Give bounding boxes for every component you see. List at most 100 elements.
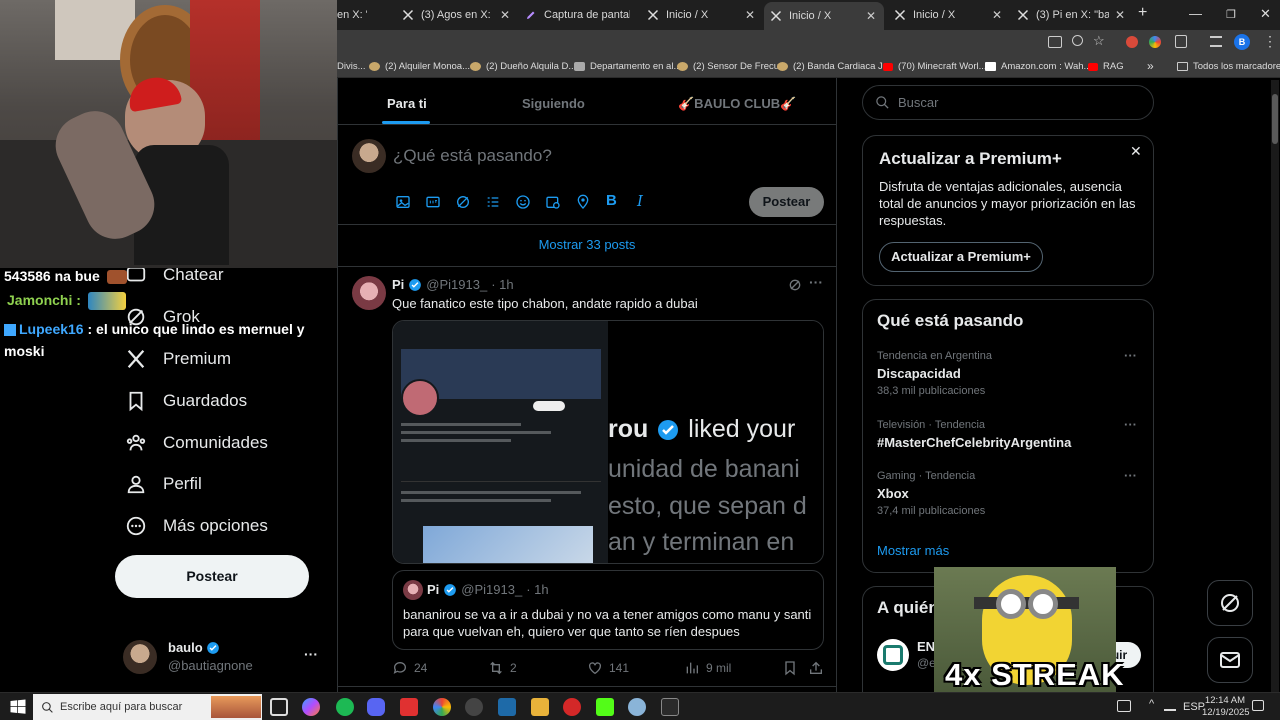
repost-button[interactable]: 2 — [488, 660, 517, 676]
post-more-icon[interactable]: ··· — [809, 274, 823, 290]
share-icon[interactable] — [808, 660, 824, 676]
bookmark-item[interactable]: (2) Alquiler Monoa... — [369, 61, 470, 72]
post-media-image[interactable]: rou liked your unidad de banani esto, qu… — [392, 320, 824, 564]
grok-icon[interactable] — [455, 194, 471, 210]
minimize-icon[interactable]: — — [1189, 6, 1202, 21]
bookmark-item[interactable]: Departamento en al... — [574, 61, 681, 72]
trend-more-icon[interactable]: ··· — [1124, 468, 1137, 483]
trend-item[interactable]: Tendencia en Argentina Discapacidad 38,3… — [863, 346, 1153, 404]
bookmark-item[interactable]: Amazon.com : Wah... — [985, 61, 1091, 72]
close-icon[interactable]: ✕ — [1113, 8, 1127, 22]
nav-item-profile[interactable]: Perfil — [125, 473, 202, 495]
close-icon[interactable]: ✕ — [1130, 143, 1142, 160]
close-icon[interactable]: ✕ — [990, 8, 1004, 22]
app-icon[interactable] — [628, 698, 646, 716]
browser-tab[interactable]: Captura de pantalla — [525, 4, 630, 26]
messages-float-button[interactable] — [1207, 637, 1253, 683]
obs-icon[interactable] — [465, 698, 483, 716]
gif-icon[interactable] — [425, 194, 441, 210]
restore-icon[interactable]: ❐ — [1226, 8, 1236, 21]
tray-chevron-icon[interactable]: ^ — [1149, 698, 1154, 710]
copilot-icon[interactable] — [302, 698, 320, 716]
file-explorer-icon[interactable] — [531, 698, 549, 716]
spotify-icon[interactable] — [336, 698, 354, 716]
bookmark-item[interactable]: (2) Dueño Alquila D... — [470, 61, 576, 72]
new-tab-button[interactable]: + — [1138, 4, 1147, 22]
nav-item-bookmarks[interactable]: Guardados — [125, 390, 247, 412]
italic-icon[interactable]: I — [637, 192, 643, 210]
bookmark-item[interactable]: (70) Minecraft Worl... — [883, 61, 987, 72]
tab-following[interactable]: Siguiendo — [522, 96, 585, 111]
clock[interactable]: 12:14 AM 12/19/2025 — [1202, 695, 1250, 719]
bookmark-item[interactable]: RAG — [1088, 61, 1124, 72]
browser-tab[interactable]: (3) Pi en X: "banan ✕ — [1017, 4, 1127, 26]
reading-list-icon[interactable] — [1210, 36, 1222, 47]
grok-float-button[interactable] — [1207, 580, 1253, 626]
browser-tab[interactable]: en X: " — [337, 4, 367, 26]
account-more-icon[interactable]: ··· — [304, 646, 318, 662]
star-icon[interactable]: ☆ — [1093, 33, 1105, 49]
keyboard-icon[interactable] — [1117, 700, 1131, 712]
trend-item[interactable]: Gaming · Tendencia Xbox 37,4 mil publica… — [863, 466, 1153, 524]
scrollbar[interactable] — [1271, 80, 1279, 692]
tab-for-you[interactable]: Para ti — [387, 96, 427, 111]
browser-tab-active[interactable]: Inicio / X ✕ — [764, 2, 884, 30]
reply-button[interactable]: 24 — [392, 660, 427, 676]
bookmarks-overflow-button[interactable]: » — [1147, 59, 1154, 73]
extension-icon[interactable] — [1149, 36, 1161, 48]
compose-input[interactable]: ¿Qué está pasando? — [393, 146, 552, 166]
wifi-icon[interactable] — [1164, 701, 1176, 711]
like-button[interactable]: 141 — [587, 660, 629, 676]
extension-icon[interactable] — [1126, 36, 1138, 48]
emoji-icon[interactable] — [515, 194, 531, 210]
profile-avatar[interactable]: B — [1234, 34, 1250, 50]
premium-upgrade-button[interactable]: Actualizar a Premium+ — [879, 242, 1043, 272]
bookmark-item[interactable]: (2) Banda Cardiaca J... — [777, 61, 891, 72]
scrollbar-thumb[interactable] — [1272, 94, 1278, 144]
notification-icon[interactable] — [1252, 700, 1264, 711]
bold-icon[interactable]: B — [606, 192, 617, 209]
show-more-trends-link[interactable]: Mostrar más — [877, 543, 949, 558]
opera-icon[interactable] — [563, 698, 581, 716]
task-view-icon[interactable] — [270, 698, 288, 716]
poll-icon[interactable] — [485, 194, 501, 210]
nav-item-communities[interactable]: Comunidades — [125, 432, 268, 454]
avatar[interactable] — [352, 276, 386, 310]
bookmark-item[interactable]: (2) Sensor De Frecu... — [677, 61, 787, 72]
post-author[interactable]: Pi — [392, 277, 404, 292]
chrome-icon[interactable] — [433, 698, 451, 716]
nav-post-button[interactable]: Postear — [115, 555, 309, 598]
all-bookmarks-button[interactable]: Todos los marcadores — [1177, 61, 1280, 72]
browser-tab[interactable]: Inicio / X ✕ — [647, 4, 757, 26]
image-icon[interactable] — [395, 194, 411, 210]
schedule-icon[interactable] — [545, 194, 561, 210]
close-icon[interactable]: ✕ — [743, 8, 757, 22]
zoom-icon[interactable] — [1072, 35, 1083, 46]
trend-more-icon[interactable]: ··· — [1124, 417, 1137, 432]
browser-tab[interactable]: Inicio / X ✕ — [894, 4, 1004, 26]
trend-item[interactable]: Televisión · Tendencia #MasterChefCelebr… — [863, 414, 1153, 454]
post-handle[interactable]: @Pi1913_ — [426, 277, 487, 292]
menu-icon[interactable]: ⋮ — [1263, 33, 1277, 50]
bookmark-item[interactable]: Divis... — [337, 61, 366, 72]
app-icon[interactable] — [498, 698, 516, 716]
kick-icon[interactable] — [596, 698, 614, 716]
account-switcher[interactable]: baulo @bautiagnone ··· — [123, 638, 323, 678]
trend-more-icon[interactable]: ··· — [1124, 348, 1137, 363]
views-button[interactable]: 9 mil — [684, 660, 731, 676]
post-time[interactable]: · 1h — [491, 277, 513, 292]
show-more-posts-button[interactable]: Mostrar 33 posts — [338, 225, 836, 265]
tab-baulo-club[interactable]: 🎸BAULO CLUB🎸 — [678, 96, 796, 112]
close-icon[interactable]: ✕ — [498, 8, 512, 22]
location-icon[interactable] — [575, 194, 591, 210]
taskbar-search-input[interactable]: Escribe aquí para buscar — [33, 694, 262, 720]
quoted-post[interactable]: Pi @Pi1913_ · 1h bananirou se va a ir a … — [392, 570, 824, 650]
avatar[interactable] — [877, 639, 909, 671]
discord-icon[interactable] — [367, 698, 385, 716]
compose-post-button[interactable]: Postear — [749, 187, 824, 217]
nav-item-more-options[interactable]: Más opciones — [125, 515, 268, 537]
bookmark-icon[interactable] — [782, 660, 798, 676]
close-icon[interactable]: ✕ — [864, 9, 878, 23]
search-input[interactable]: Buscar — [862, 85, 1154, 120]
cast-icon[interactable] — [1048, 36, 1062, 48]
